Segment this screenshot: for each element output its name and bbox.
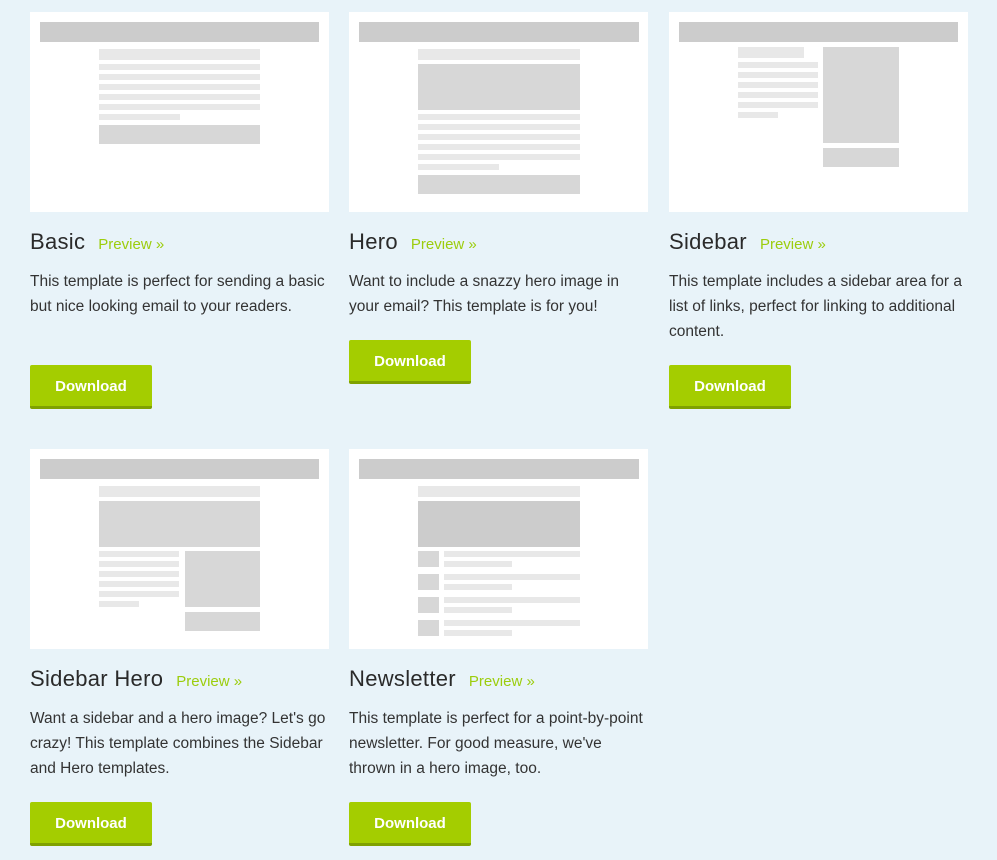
thumb-text-line bbox=[444, 597, 580, 603]
thumb-text-line bbox=[99, 64, 260, 70]
preview-link[interactable]: Preview » bbox=[760, 236, 826, 253]
thumb-text-line bbox=[444, 630, 512, 636]
thumb-text-line bbox=[444, 607, 512, 613]
download-button[interactable]: Download bbox=[349, 802, 471, 846]
thumb-header-bar bbox=[359, 459, 639, 479]
thumb-text-line bbox=[99, 601, 139, 607]
thumb-text-line bbox=[738, 72, 818, 78]
template-title: Sidebar Hero bbox=[30, 666, 164, 691]
thumb-text-line bbox=[418, 154, 580, 160]
thumb-header-bar bbox=[40, 459, 319, 479]
template-title: Sidebar bbox=[669, 229, 747, 254]
preview-link[interactable]: Preview » bbox=[176, 673, 242, 690]
thumb-text-line bbox=[738, 62, 818, 68]
thumb-title-bar bbox=[99, 49, 260, 60]
preview-link[interactable]: Preview » bbox=[98, 236, 164, 253]
thumb-list-image bbox=[418, 620, 439, 636]
thumb-text-line bbox=[99, 74, 260, 80]
download-button[interactable]: Download bbox=[669, 365, 791, 409]
thumb-button-block bbox=[99, 125, 260, 144]
thumb-title-bar bbox=[418, 486, 580, 497]
thumb-button-block bbox=[823, 148, 899, 167]
thumb-text-line bbox=[444, 584, 512, 590]
template-description: This template includes a sidebar area fo… bbox=[669, 273, 962, 340]
template-description: Want to include a snazzy hero image in y… bbox=[349, 273, 619, 315]
thumb-text-line bbox=[99, 581, 179, 587]
thumb-hero-image bbox=[99, 501, 260, 547]
template-description: Want a sidebar and a hero image? Let's g… bbox=[30, 710, 326, 777]
thumb-text-line bbox=[99, 104, 260, 110]
preview-link[interactable]: Preview » bbox=[411, 236, 477, 253]
template-title: Basic bbox=[30, 229, 86, 254]
thumb-header-bar bbox=[359, 22, 639, 42]
thumb-title-bar bbox=[418, 49, 580, 60]
thumb-text-line bbox=[444, 620, 580, 626]
download-button[interactable]: Download bbox=[349, 340, 471, 384]
thumb-list-image bbox=[418, 574, 439, 590]
template-thumbnail-sidebar-hero[interactable] bbox=[30, 449, 329, 649]
thumb-header-bar bbox=[40, 22, 319, 42]
thumb-text-line bbox=[444, 561, 512, 567]
thumb-text-line bbox=[99, 561, 179, 567]
thumb-text-line bbox=[444, 574, 580, 580]
thumb-list-image bbox=[418, 551, 439, 567]
thumb-text-line bbox=[99, 591, 179, 597]
thumb-text-line bbox=[418, 134, 580, 140]
thumb-hero-image bbox=[418, 501, 580, 547]
thumb-text-line bbox=[738, 112, 778, 118]
thumb-text-line bbox=[418, 124, 580, 130]
template-thumbnail-sidebar[interactable] bbox=[669, 12, 968, 212]
template-thumbnail-newsletter[interactable] bbox=[349, 449, 648, 649]
template-title: Hero bbox=[349, 229, 398, 254]
thumb-header-bar bbox=[679, 22, 958, 42]
thumb-text-line bbox=[738, 102, 818, 108]
download-button[interactable]: Download bbox=[30, 365, 152, 409]
template-thumbnail-hero[interactable] bbox=[349, 12, 648, 212]
thumb-title-bar bbox=[738, 47, 804, 58]
thumb-text-line bbox=[99, 94, 260, 100]
thumb-text-line bbox=[738, 92, 818, 98]
thumb-text-line bbox=[99, 551, 179, 557]
download-button[interactable]: Download bbox=[30, 802, 152, 846]
thumb-text-line bbox=[444, 551, 580, 557]
template-thumbnail-basic[interactable] bbox=[30, 12, 329, 212]
thumb-text-line bbox=[418, 144, 580, 150]
thumb-text-line bbox=[738, 82, 818, 88]
thumb-hero-image bbox=[418, 64, 580, 110]
thumb-sidebar-block bbox=[823, 47, 899, 143]
thumb-button-block bbox=[185, 612, 260, 631]
preview-link[interactable]: Preview » bbox=[469, 673, 535, 690]
thumb-text-line bbox=[99, 571, 179, 577]
thumb-button-block bbox=[418, 175, 580, 194]
template-description: This template is perfect for a point-by-… bbox=[349, 710, 643, 777]
thumb-sidebar-block bbox=[185, 551, 260, 607]
thumb-text-line bbox=[99, 114, 180, 120]
thumb-text-line bbox=[418, 164, 499, 170]
thumb-title-bar bbox=[99, 486, 260, 497]
thumb-text-line bbox=[418, 114, 580, 120]
template-description: This template is perfect for sending a b… bbox=[30, 273, 325, 315]
thumb-list-image bbox=[418, 597, 439, 613]
template-title: Newsletter bbox=[349, 666, 456, 691]
thumb-text-line bbox=[99, 84, 260, 90]
